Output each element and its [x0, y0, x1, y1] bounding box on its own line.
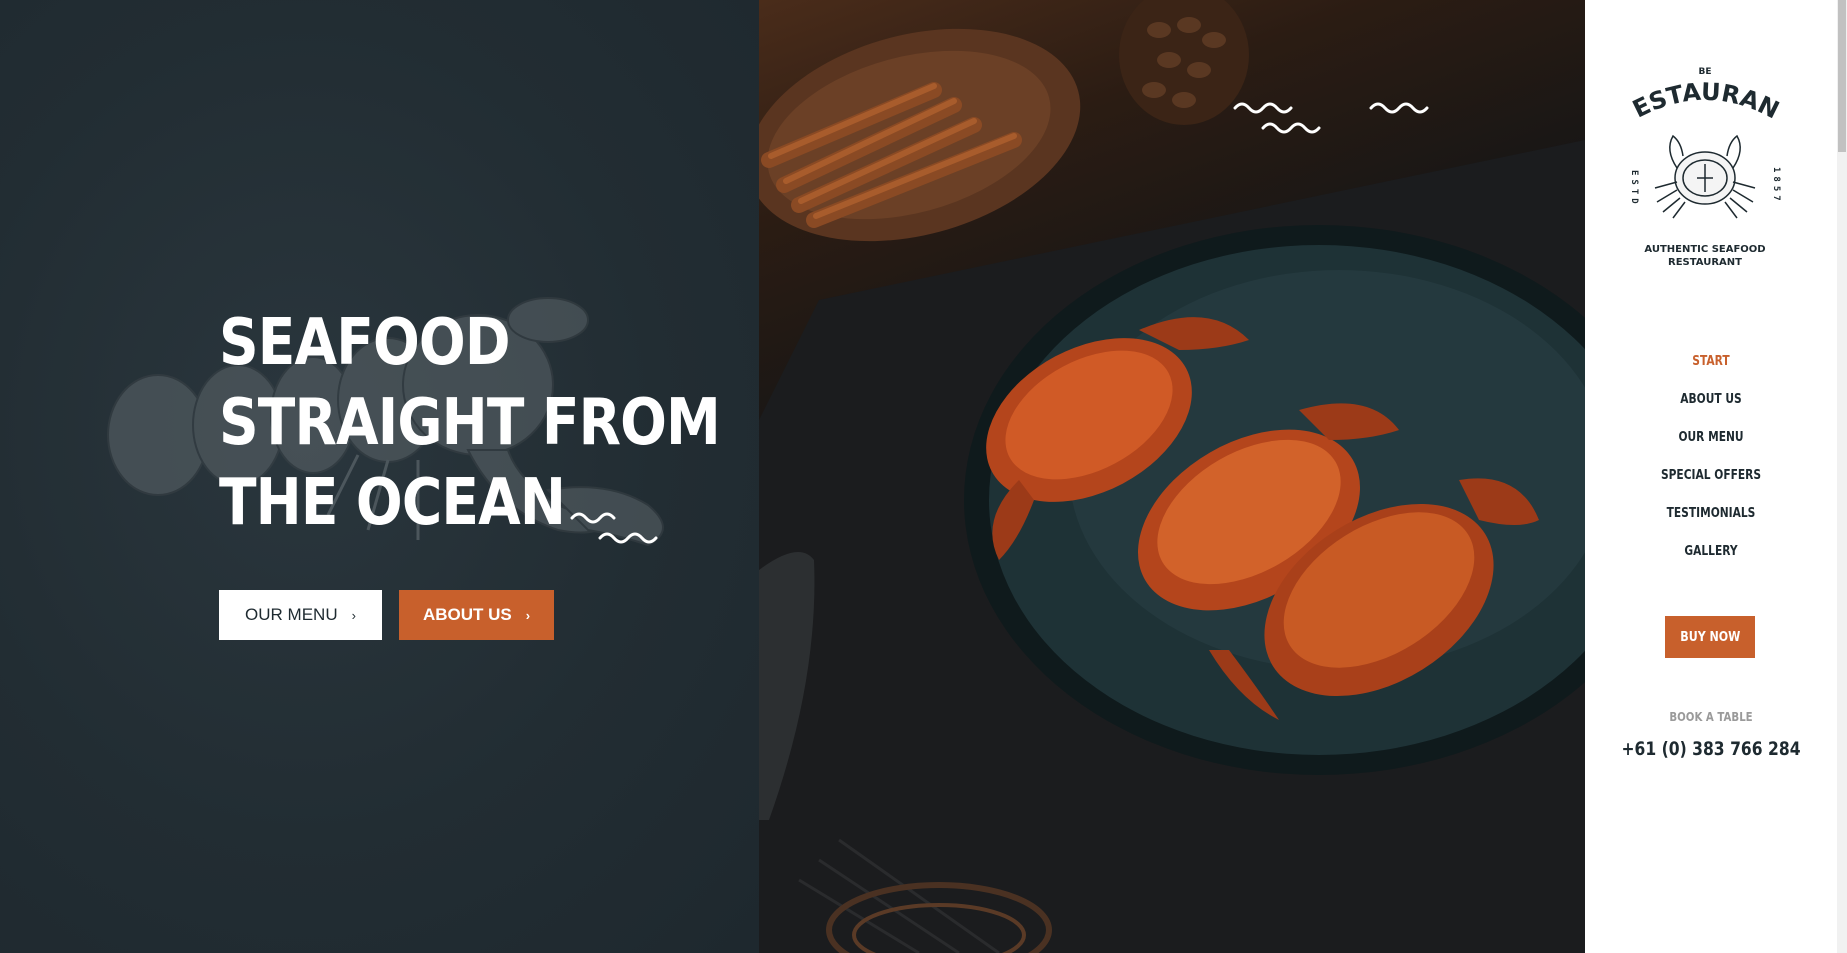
nav-item-about-us[interactable]: ABOUT US: [1608, 381, 1815, 419]
waves-decoration-icon: [570, 512, 658, 544]
hero-title: SEAFOOD STRAIGHT FROM THE OCEAN: [219, 303, 721, 543]
hero-section: SEAFOOD STRAIGHT FROM THE OCEAN OUR MENU…: [0, 0, 759, 953]
scrollbar[interactable]: [1837, 0, 1847, 953]
logo-year-text: 1857: [1771, 167, 1781, 205]
logo-top-text: BE: [1698, 67, 1711, 77]
our-menu-button-label: OUR MENU: [245, 605, 338, 624]
our-menu-button[interactable]: OUR MENU ›: [219, 590, 382, 640]
crab-plate-image: [759, 0, 1585, 953]
restaurant-logo[interactable]: BE RESTAURANT ESTD 1857 AUTHENTIC SEAFOO…: [1625, 60, 1785, 285]
nav-item-start[interactable]: START: [1608, 343, 1815, 381]
buy-now-button[interactable]: BUY NOW: [1665, 616, 1755, 658]
book-a-table-label: BOOK A TABLE: [1669, 710, 1753, 724]
crab-icon: [1654, 134, 1756, 219]
phone-number-link[interactable]: +61 (0) 383 766 284: [1608, 738, 1815, 760]
buy-now-button-label: BUY NOW: [1679, 629, 1741, 645]
chevron-right-icon: ›: [525, 607, 531, 623]
waves-decoration-icon: [1233, 102, 1429, 134]
hero-title-line-2: STRAIGHT FROM: [219, 386, 721, 460]
nav-item-special-offers[interactable]: SPECIAL OFFERS: [1608, 457, 1815, 495]
main-nav: START ABOUT US OUR MENU SPECIAL OFFERS T…: [1585, 343, 1837, 571]
nav-item-our-menu[interactable]: OUR MENU: [1608, 419, 1815, 457]
about-us-button[interactable]: ABOUT US ›: [399, 590, 554, 640]
nav-item-testimonials[interactable]: TESTIMONIALS: [1608, 495, 1815, 533]
scrollbar-thumb[interactable]: [1838, 0, 1846, 152]
sidebar: BE RESTAURANT ESTD 1857 AUTHENTIC SEAFOO…: [1585, 0, 1847, 953]
nav-item-gallery[interactable]: GALLERY: [1608, 533, 1815, 571]
logo-tagline-line-2: RESTAURANT: [1668, 257, 1742, 268]
hero-photo-crabs: [759, 0, 1585, 953]
logo-estd-text: ESTD: [1629, 170, 1639, 208]
chevron-right-icon: ›: [351, 607, 356, 623]
about-us-button-label: ABOUT US: [422, 605, 512, 624]
hero-title-line-1: SEAFOOD: [219, 306, 511, 380]
logo-tagline-line-1: AUTHENTIC SEAFOOD: [1644, 244, 1765, 255]
